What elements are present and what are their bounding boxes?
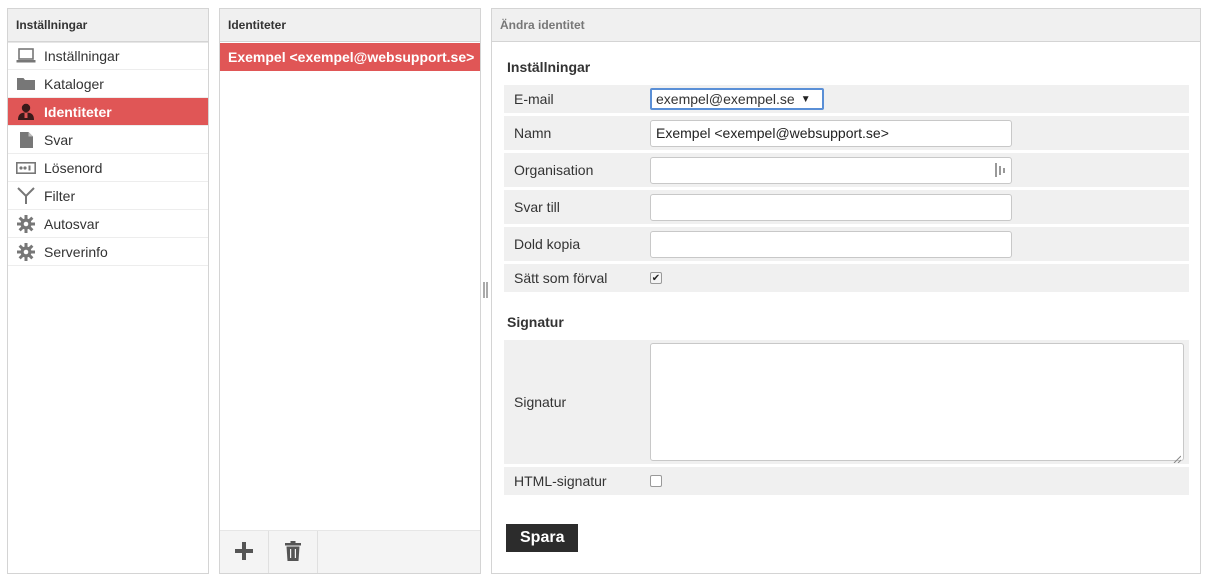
- html-signature-row: HTML-signatur: [504, 467, 1189, 495]
- settings-nav: Inställningar Kataloger Identiteter Svar…: [8, 42, 208, 266]
- organisation-row: Organisation: [504, 153, 1189, 187]
- edit-identity-header: Ändra identitet: [492, 9, 1200, 42]
- bcc-row: Dold kopia: [504, 227, 1189, 261]
- filter-icon: [16, 187, 36, 205]
- delete-identity-button[interactable]: [269, 531, 318, 573]
- set-default-row: Sätt som förval ✔: [504, 264, 1189, 292]
- settings-panel: Inställningar Inställningar Kataloger Id…: [7, 8, 209, 574]
- resize-grip-icon[interactable]: [1173, 450, 1182, 464]
- sidebar-item-label: Serverinfo: [44, 243, 108, 260]
- reply-to-label: Svar till: [514, 199, 560, 215]
- sidebar-item-label: Inställningar: [44, 48, 120, 64]
- set-default-label: Sätt som förval: [514, 270, 608, 286]
- gear-icon: [16, 242, 36, 261]
- sidebar-item-svar[interactable]: Svar: [8, 126, 208, 154]
- sidebar-item-serverinfo[interactable]: Serverinfo: [8, 238, 208, 266]
- user-icon: [16, 103, 36, 121]
- set-default-checkbox[interactable]: ✔: [650, 272, 662, 284]
- plus-icon: [235, 542, 253, 563]
- signature-section-title: Signatur: [507, 314, 564, 330]
- signature-textarea[interactable]: [650, 343, 1184, 464]
- identities-header: Identiteter: [220, 9, 480, 42]
- edit-identity-panel: Ändra identitet Inställningar E-mail exe…: [491, 8, 1201, 574]
- sidebar-item-label: Svar: [44, 131, 73, 148]
- signature-label: Signatur: [514, 394, 567, 410]
- email-label: E-mail: [514, 91, 554, 107]
- sidebar-item-identiteter[interactable]: Identiteter: [8, 98, 208, 126]
- sidebar-item-autosvar[interactable]: Autosvar: [8, 210, 208, 238]
- chevron-down-icon: ▼: [800, 93, 811, 105]
- document-icon: [16, 131, 36, 149]
- name-input[interactable]: [650, 119, 1012, 147]
- identities-footer: [220, 530, 480, 573]
- bcc-label: Dold kopia: [514, 236, 581, 252]
- name-label: Namn: [514, 125, 552, 141]
- sidebar-item-label: Lösenord: [44, 159, 103, 176]
- save-button[interactable]: Spara: [506, 524, 579, 552]
- autofill-icon: [995, 162, 1007, 177]
- add-identity-button[interactable]: [220, 531, 269, 573]
- sidebar-item-kataloger[interactable]: Kataloger: [8, 70, 208, 98]
- email-select-value: exempel@exempel.se: [656, 91, 795, 107]
- sidebar-item-label: Identiteter: [44, 103, 112, 120]
- settings-header: Inställningar: [8, 9, 208, 42]
- sidebar-item-losenord[interactable]: Lösenord: [8, 154, 208, 182]
- signature-row: Signatur: [504, 340, 1189, 464]
- settings-section-title: Inställningar: [507, 59, 591, 75]
- password-icon: [16, 159, 36, 177]
- panel-resize-handle[interactable]: [483, 282, 489, 298]
- folder-icon: [16, 75, 36, 93]
- email-row: E-mail exempel@exempel.se ▼: [504, 85, 1189, 113]
- organisation-input[interactable]: [650, 156, 1012, 184]
- laptop-icon: [16, 47, 36, 65]
- identities-panel: Identiteter Exempel <exempel@websupport.…: [219, 8, 481, 574]
- gear-icon: [16, 214, 36, 233]
- reply-to-row: Svar till: [504, 190, 1189, 224]
- sidebar-item-label: Kataloger: [44, 75, 104, 92]
- sidebar-item-label: Autosvar: [44, 215, 100, 232]
- email-select[interactable]: exempel@exempel.se ▼: [650, 88, 824, 110]
- trash-icon: [285, 541, 301, 564]
- organisation-label: Organisation: [514, 162, 594, 178]
- identity-list-item[interactable]: Exempel <exempel@websupport.se>: [220, 43, 480, 71]
- html-signature-checkbox[interactable]: [650, 475, 662, 487]
- name-row: Namn: [504, 116, 1189, 150]
- sidebar-item-label: Filter: [44, 187, 76, 204]
- sidebar-item-installningar[interactable]: Inställningar: [8, 42, 208, 70]
- bcc-input[interactable]: [650, 230, 1012, 258]
- reply-to-input[interactable]: [650, 193, 1012, 221]
- sidebar-item-filter[interactable]: Filter: [8, 182, 208, 210]
- html-signature-label: HTML-signatur: [514, 473, 607, 489]
